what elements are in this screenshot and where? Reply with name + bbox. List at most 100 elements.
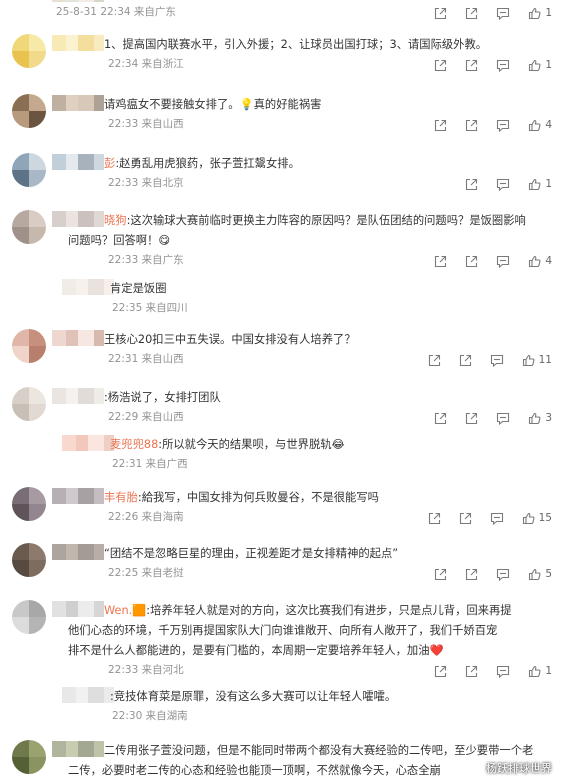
username-blurred[interactable] <box>52 388 104 404</box>
mention-nickname[interactable]: Wen.🟧 <box>104 604 146 617</box>
thumbs-up-icon <box>529 178 541 190</box>
like-button[interactable]: 5 <box>528 568 552 581</box>
like-button[interactable]: 4 <box>528 119 552 132</box>
comment-text: 排不是什么人都能进的，是要有门槛的，本周期一定要培养年轻人，加油❤️ <box>68 644 444 657</box>
comment-text: 二传，必要时老二传的心态和经验也能顶一顶啊，不然就像今天，心态全崩 <box>68 764 441 777</box>
like-count: 1 <box>545 7 552 19</box>
comment-icon <box>497 59 510 72</box>
like-count: 1 <box>545 665 552 677</box>
username-blurred[interactable] <box>52 35 104 51</box>
avatar[interactable] <box>12 600 46 634</box>
comment-actions: 5 <box>416 566 552 582</box>
mention-nickname[interactable]: 丰有胎 <box>104 491 138 504</box>
reply-button[interactable] <box>496 59 510 72</box>
username-blurred[interactable] <box>52 330 104 346</box>
username-blurred[interactable] <box>52 211 104 227</box>
share-button[interactable] <box>434 119 447 132</box>
username-blurred[interactable] <box>52 488 104 504</box>
comment-icon <box>490 512 503 525</box>
like-button[interactable]: 1 <box>528 178 552 191</box>
username-blurred[interactable] <box>52 601 104 617</box>
reply-button[interactable] <box>490 354 504 367</box>
share-button[interactable] <box>434 568 447 581</box>
avatar[interactable] <box>12 487 46 521</box>
comment-meta: 25-8-31 22:34 来自广东 <box>56 6 176 18</box>
forward-button[interactable] <box>465 568 478 581</box>
username-blurred[interactable] <box>52 154 104 170</box>
share-button[interactable] <box>434 7 447 20</box>
share-button[interactable] <box>434 412 447 425</box>
share-icon <box>435 119 447 131</box>
like-count: 1 <box>545 59 552 71</box>
username-blurred[interactable] <box>52 741 104 757</box>
forward-button[interactable] <box>465 119 478 132</box>
share-icon <box>466 119 478 131</box>
mention-nickname[interactable]: 晓狗 <box>104 214 127 227</box>
share-icon <box>459 354 471 366</box>
comment-icon <box>497 119 510 132</box>
mention-nickname[interactable]: 麦兜兜88 <box>110 438 158 451</box>
avatar[interactable] <box>12 740 46 774</box>
share-icon <box>466 412 478 424</box>
forward-button[interactable] <box>465 665 478 678</box>
mention-nickname[interactable]: 彭 <box>104 157 115 170</box>
thumbs-up-icon <box>529 412 541 424</box>
share-button[interactable] <box>434 255 447 268</box>
username-blurred[interactable] <box>52 95 104 111</box>
username-blurred[interactable] <box>52 544 104 560</box>
reply-button[interactable] <box>496 255 510 268</box>
thumbs-up-icon <box>529 119 541 131</box>
username-blurred[interactable] <box>62 435 114 451</box>
share-button[interactable] <box>434 665 447 678</box>
like-button[interactable]: 1 <box>528 7 552 20</box>
forward-button[interactable] <box>465 412 478 425</box>
avatar[interactable] <box>12 543 46 577</box>
reply-button[interactable] <box>496 7 510 20</box>
avatar[interactable] <box>12 94 46 128</box>
reply-button[interactable] <box>496 568 510 581</box>
like-button[interactable]: 4 <box>528 255 552 268</box>
reply-button[interactable] <box>496 178 510 191</box>
like-button[interactable]: 1 <box>528 59 552 72</box>
avatar[interactable] <box>12 153 46 187</box>
avatar[interactable] <box>12 329 46 363</box>
avatar[interactable] <box>12 387 46 421</box>
forward-button[interactable] <box>459 354 472 367</box>
comment-text: 请鸡瘟女不要接触女排了。💡真的好能祸害 <box>104 98 322 111</box>
forward-button[interactable] <box>465 7 478 20</box>
thumbs-up-icon <box>529 568 541 580</box>
watermark: 杨跃排球世界 <box>486 762 552 775</box>
like-count: 11 <box>538 354 552 366</box>
comment-actions: 1 <box>416 663 552 679</box>
like-count: 4 <box>545 255 552 267</box>
share-icon <box>435 59 447 71</box>
username-blurred[interactable] <box>62 687 114 703</box>
comment-actions: 3 <box>416 410 552 426</box>
comment-meta: 22:31 来自广西 <box>112 458 188 470</box>
avatar[interactable] <box>12 210 46 244</box>
reply-button[interactable] <box>496 665 510 678</box>
share-button[interactable] <box>434 59 447 72</box>
comment-text: 麦兜兜88:所以就今天的结果呗，与世界脱轨😂 <box>110 438 345 451</box>
like-button[interactable]: 1 <box>528 665 552 678</box>
like-button[interactable]: 11 <box>522 354 552 367</box>
comment-text: :杨浩说了，女排打团队 <box>104 391 221 404</box>
forward-button[interactable] <box>465 178 478 191</box>
forward-button[interactable] <box>465 255 478 268</box>
forward-button[interactable] <box>465 59 478 72</box>
share-icon <box>435 568 447 580</box>
reply-button[interactable] <box>490 512 504 525</box>
like-count: 5 <box>545 568 552 580</box>
share-icon <box>459 512 471 524</box>
username-blurred[interactable] <box>52 0 104 2</box>
reply-button[interactable] <box>496 119 510 132</box>
reply-button[interactable] <box>496 412 510 425</box>
forward-button[interactable] <box>459 512 472 525</box>
avatar[interactable] <box>12 34 46 68</box>
like-button[interactable]: 15 <box>522 512 552 525</box>
username-blurred[interactable] <box>62 279 114 295</box>
like-count: 15 <box>538 512 552 524</box>
like-button[interactable]: 3 <box>528 412 552 425</box>
share-button[interactable] <box>428 354 441 367</box>
share-button[interactable] <box>428 512 441 525</box>
